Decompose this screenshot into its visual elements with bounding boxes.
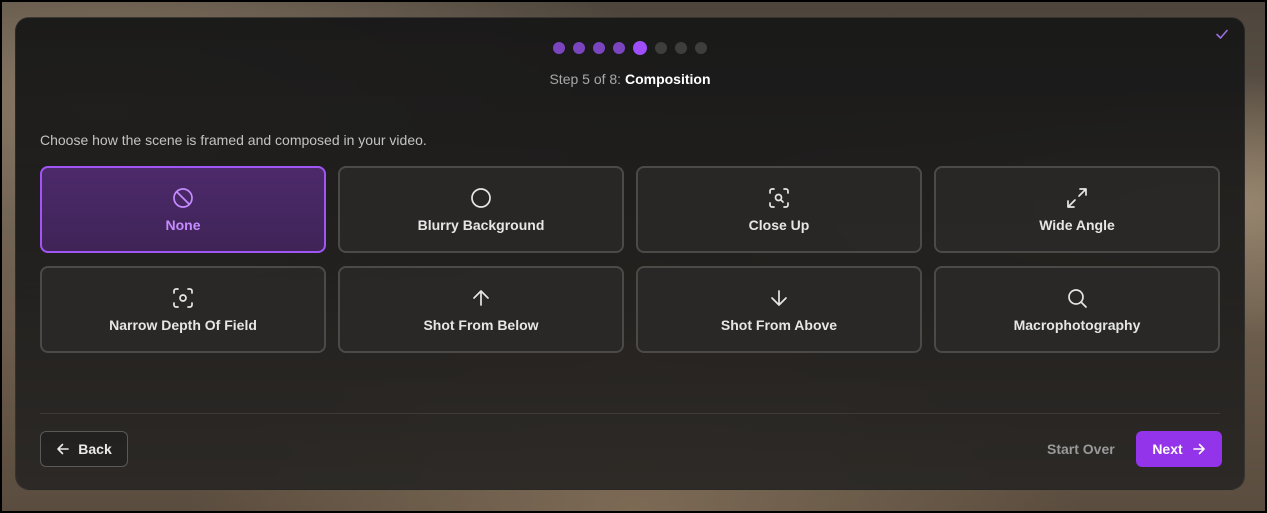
step-label: Step 5 of 8: Composition bbox=[16, 71, 1244, 87]
arrow-up-icon bbox=[473, 290, 489, 306]
option-label: Close Up bbox=[748, 217, 810, 233]
option-label: Blurry Background bbox=[417, 217, 545, 233]
option-close-up[interactable]: Close Up bbox=[636, 166, 922, 253]
step-dot bbox=[695, 42, 707, 54]
option-label: Shot From Below bbox=[423, 317, 539, 333]
focus-icon bbox=[173, 288, 193, 308]
ban-icon bbox=[173, 188, 193, 208]
step-dot bbox=[553, 42, 565, 54]
arrow-right-icon bbox=[1192, 443, 1205, 455]
back-label: Back bbox=[78, 441, 112, 457]
arrow-left-icon bbox=[57, 443, 70, 455]
arrow-down-icon bbox=[771, 290, 787, 306]
option-label: Narrow Depth Of Field bbox=[109, 317, 257, 333]
step-title: Composition bbox=[624, 71, 711, 87]
expand-icon bbox=[1067, 188, 1087, 208]
step-dot-active bbox=[633, 41, 647, 55]
search-icon bbox=[1068, 289, 1087, 308]
step-description: Choose how the scene is framed and compo… bbox=[40, 132, 427, 148]
option-shot-from-below[interactable]: Shot From Below bbox=[338, 266, 624, 353]
option-label: Macrophotography bbox=[1013, 317, 1141, 333]
next-button[interactable]: Next bbox=[1136, 431, 1222, 467]
option-label: Shot From Above bbox=[720, 317, 838, 333]
step-progress bbox=[16, 41, 1244, 55]
composition-options: None Blurry Background Close Up Wide Angle N… bbox=[40, 166, 1222, 353]
footer-divider bbox=[40, 413, 1220, 414]
step-dot bbox=[573, 42, 585, 54]
check-icon bbox=[1216, 29, 1228, 39]
option-wide-angle[interactable]: Wide Angle bbox=[934, 166, 1220, 253]
next-label: Next bbox=[1152, 441, 1183, 457]
option-narrow-depth-of-field[interactable]: Narrow Depth Of Field bbox=[40, 266, 326, 353]
step-counter: Step 5 of 8: bbox=[549, 71, 622, 87]
start-over-button[interactable]: Start Over bbox=[1047, 441, 1115, 457]
step-dot bbox=[593, 42, 605, 54]
option-label: None bbox=[165, 217, 201, 233]
option-label: Wide Angle bbox=[1039, 217, 1115, 233]
back-button[interactable]: Back bbox=[40, 431, 128, 467]
option-shot-from-above[interactable]: Shot From Above bbox=[636, 266, 922, 353]
scan-search-icon bbox=[769, 188, 789, 208]
circle-icon bbox=[471, 188, 491, 208]
option-none[interactable]: None bbox=[40, 166, 326, 253]
step-dot bbox=[655, 42, 667, 54]
option-blurry-background[interactable]: Blurry Background bbox=[338, 166, 624, 253]
wizard-panel: Step 5 of 8: Composition Choose how the … bbox=[15, 17, 1245, 490]
step-dot bbox=[613, 42, 625, 54]
option-macrophotography[interactable]: Macrophotography bbox=[934, 266, 1220, 353]
step-dot bbox=[675, 42, 687, 54]
